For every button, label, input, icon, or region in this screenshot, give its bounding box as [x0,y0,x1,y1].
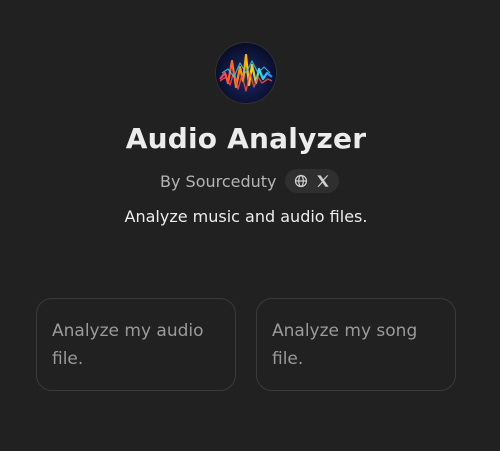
gpt-description: Analyze music and audio files. [124,207,368,226]
byline: By Sourceduty [160,169,339,193]
prompt-card-label: Analyze my song file. [272,321,418,369]
prompt-card-song[interactable]: Analyze my song file. [256,298,456,391]
gpt-title: Audio Analyzer [125,122,367,155]
prompt-card-audio[interactable]: Analyze my audio file. [36,298,236,391]
gpt-landing: Audio Analyzer By Sourceduty Analyze mus… [0,0,500,451]
globe-icon[interactable] [293,173,309,189]
x-icon[interactable] [315,173,331,189]
author-label: By Sourceduty [160,171,277,191]
gpt-avatar [216,43,276,103]
prompt-card-label: Analyze my audio file. [52,321,204,369]
social-links [284,169,339,193]
audio-waveform-logo-icon [216,43,276,103]
